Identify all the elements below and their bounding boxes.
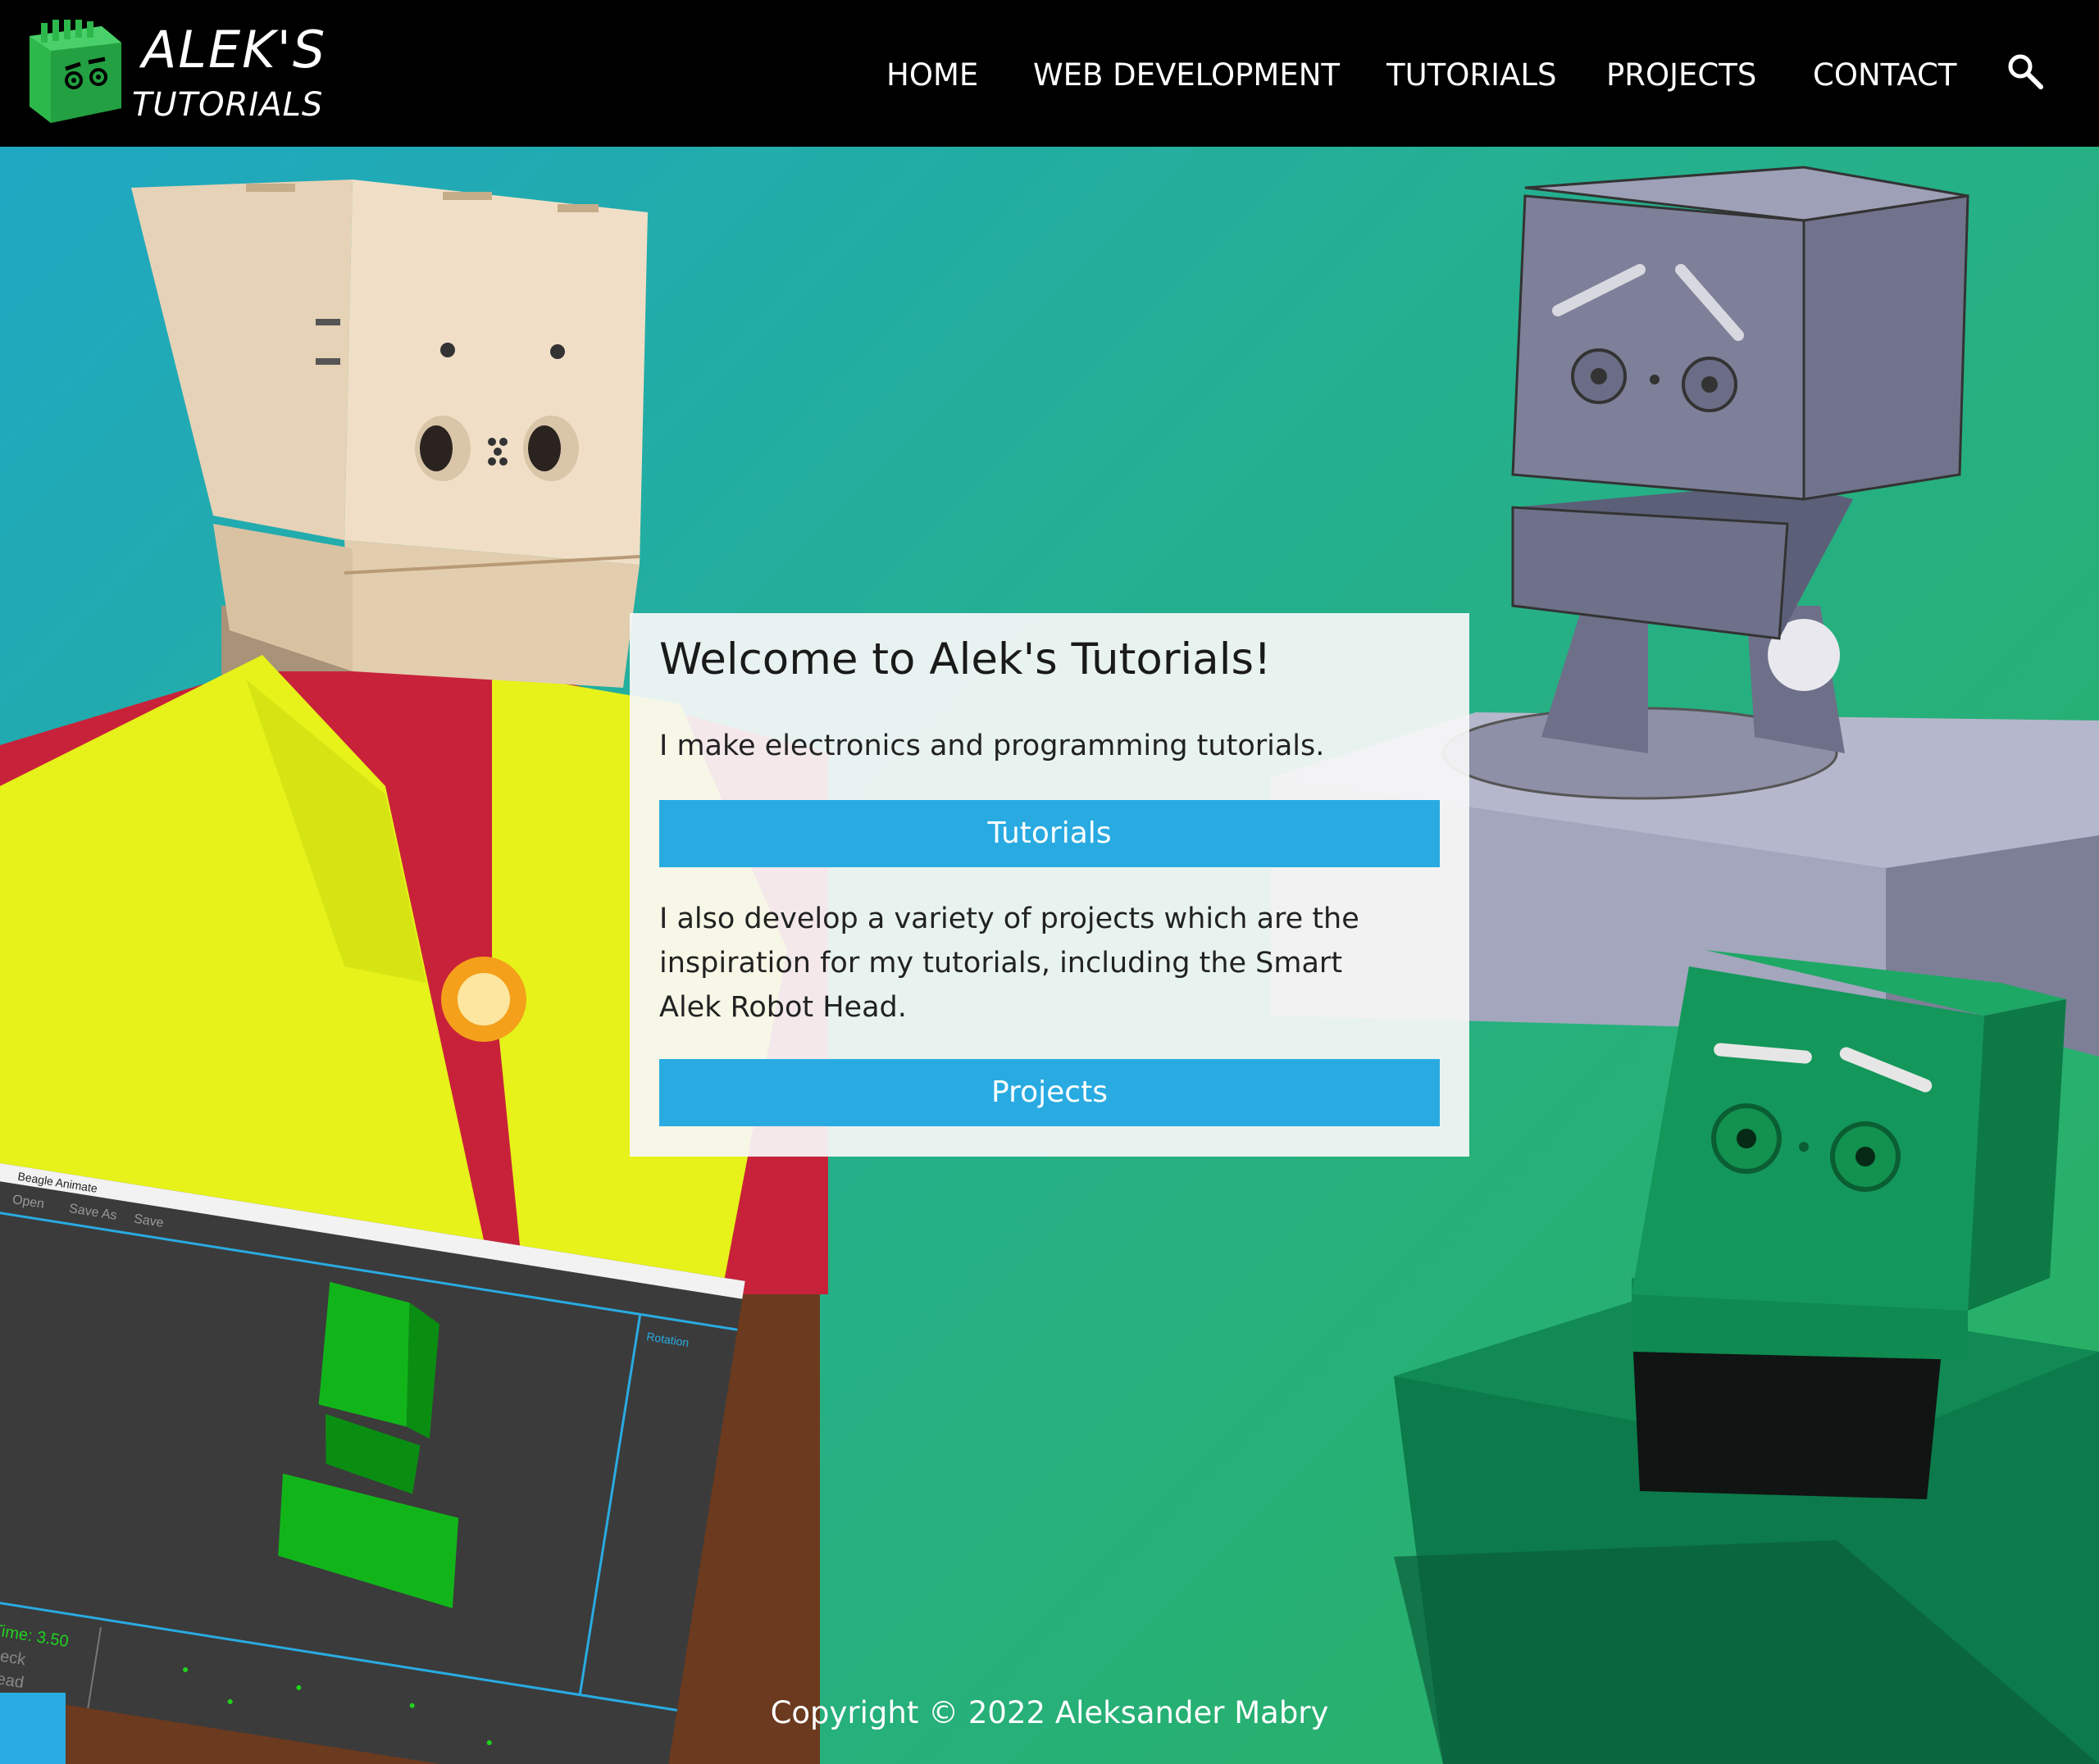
nav-web-development[interactable]: WEB DEVELOPMENT bbox=[1033, 51, 1340, 100]
nav-projects[interactable]: PROJECTS bbox=[1606, 51, 1756, 100]
welcome-card: Welcome to Alek's Tutorials! I make elec… bbox=[630, 613, 1469, 1157]
card-intro-text: I make electronics and programming tutor… bbox=[659, 730, 1325, 762]
nav-home[interactable]: HOME bbox=[886, 51, 978, 100]
logo-title: ALEK'S bbox=[142, 20, 327, 80]
projects-button[interactable]: Projects bbox=[659, 1059, 1440, 1126]
card-projects-text: I also develop a variety of projects whi… bbox=[659, 902, 1359, 1024]
logo-subtitle: TUTORIALS bbox=[132, 86, 324, 124]
search-icon[interactable] bbox=[2006, 52, 2044, 90]
green-robot-photo bbox=[1394, 950, 2099, 1764]
robot-head-logo-icon bbox=[30, 20, 121, 123]
footer-copyright: Copyright © 2022 Aleksander Mabry bbox=[770, 1695, 1329, 1730]
nav-contact[interactable]: CONTACT bbox=[1813, 51, 1956, 100]
tutorials-button[interactable]: Tutorials bbox=[659, 800, 1440, 867]
site-logo[interactable]: ALEK'S TUTORIALS bbox=[23, 18, 325, 133]
nav-tutorials[interactable]: TUTORIALS bbox=[1386, 51, 1556, 100]
card-title: Welcome to Alek's Tutorials! bbox=[659, 634, 1272, 684]
site-header: ALEK'S TUTORIALS HOME WEB DEVELOPMENT TU… bbox=[0, 0, 2099, 147]
